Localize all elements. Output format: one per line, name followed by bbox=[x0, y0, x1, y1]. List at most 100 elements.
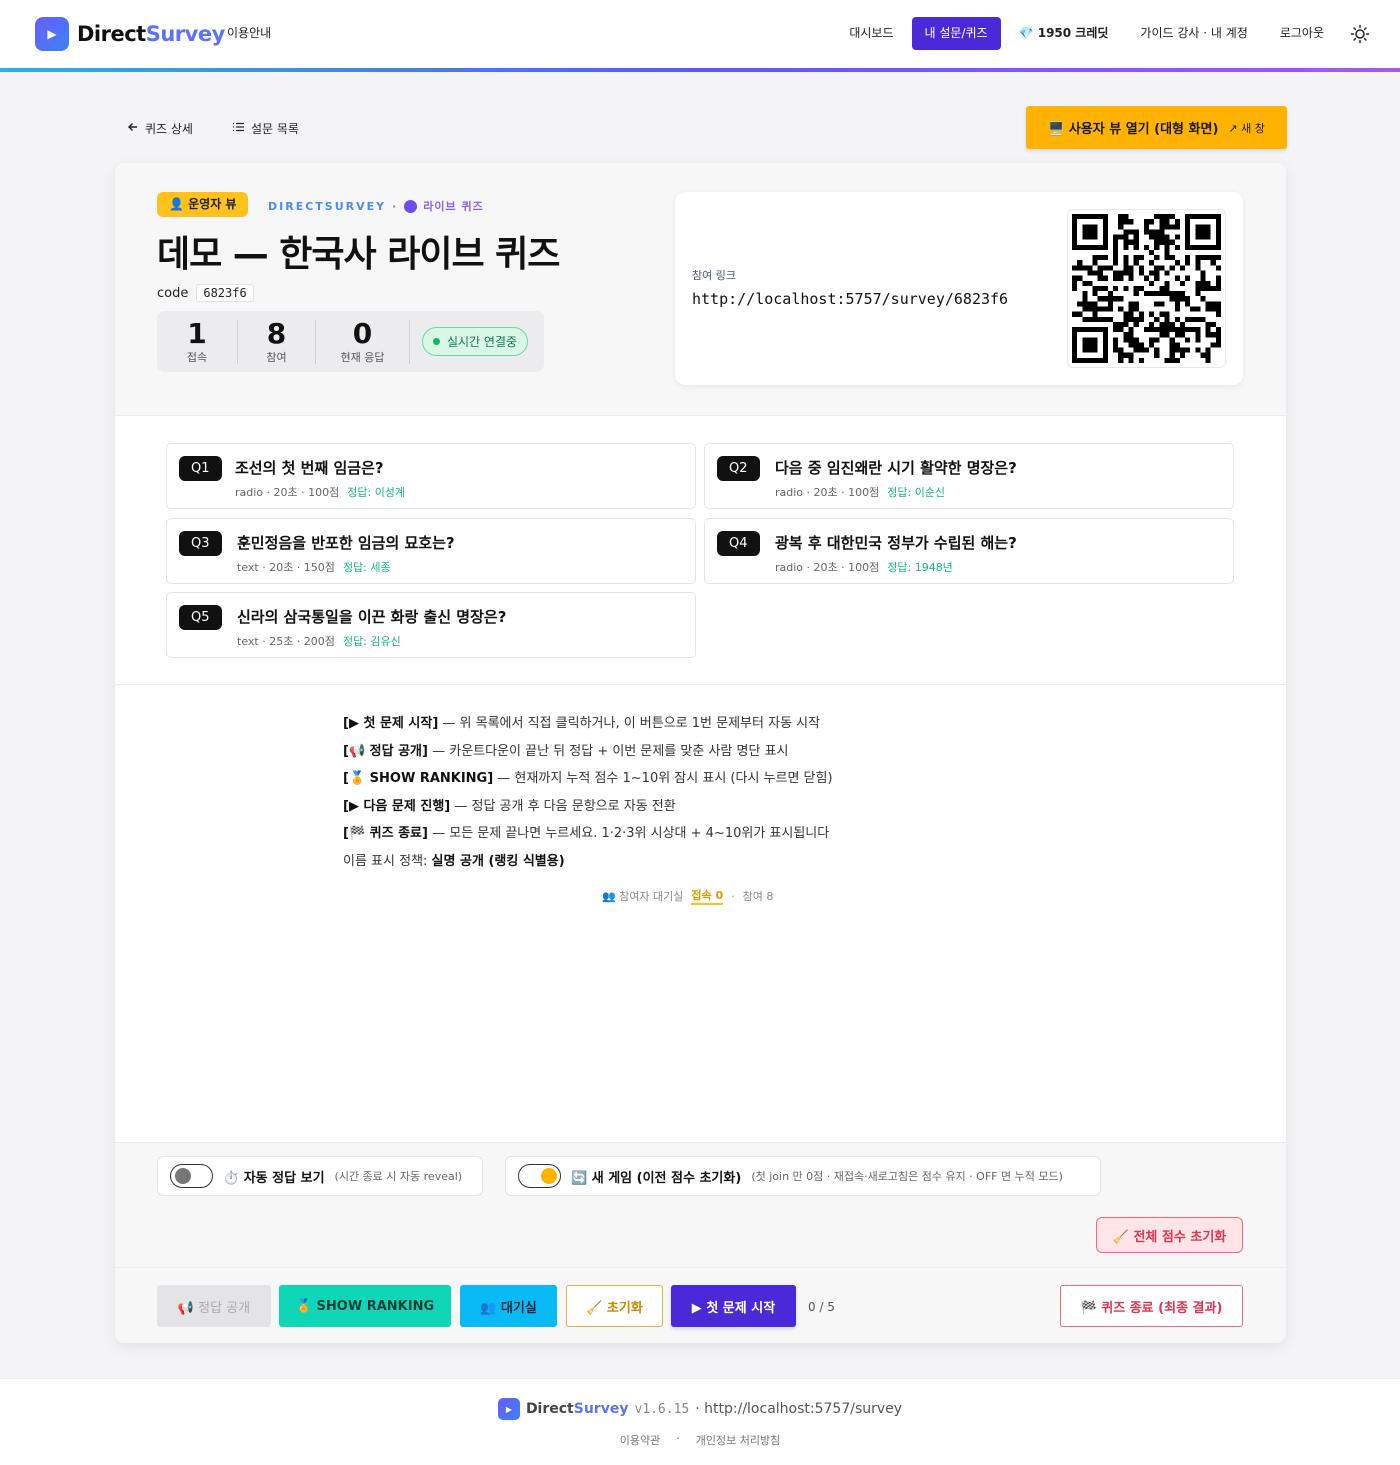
brand-logo[interactable]: ▶ DirectSurvey bbox=[35, 17, 225, 51]
hero-section: 👤 운영자 뷰 DIRECTSURVEY · 라이브 퀴즈 데모 — 한국사 라… bbox=[115, 163, 1286, 416]
nav-credits[interactable]: 💎 1950 크레딧 bbox=[1019, 17, 1109, 50]
stat-label: 참여 bbox=[266, 350, 287, 364]
theme-toggle-sun-icon[interactable] bbox=[1350, 24, 1370, 44]
question-answer: 정답: 이성계 bbox=[347, 486, 406, 499]
code-row: code 6823f6 bbox=[157, 284, 254, 302]
stat-current-answers: 0 현재 응답 bbox=[316, 318, 409, 365]
brand-tag-sep: · bbox=[392, 199, 399, 213]
instruction-line: [🏅 SHOW RANKING] — 현재까지 누적 점수 1~10위 잠시 표… bbox=[343, 765, 833, 793]
nav-guide-link[interactable]: 이용안내 bbox=[227, 24, 271, 41]
question-meta-text: text · 25초 · 200점 bbox=[237, 635, 335, 648]
show-ranking-button[interactable]: 🏅 SHOW RANKING bbox=[279, 1285, 451, 1327]
reveal-answer-button[interactable]: 📢 정답 공개 bbox=[157, 1285, 271, 1327]
instruction-desc: — 정답 공개 후 다음 문항으로 자동 전환 bbox=[450, 798, 676, 814]
question-card-q2[interactable]: Q2 다음 중 임진왜란 시기 활약한 명장은? radio · 20초 · 1… bbox=[704, 443, 1234, 509]
question-title: 광복 후 대한민국 정부가 수립된 해는? bbox=[775, 534, 1017, 552]
new-game-toggle-row: 🔄 새 게임 (이전 점수 초기화) (첫 join 만 0점 · 재접속·새로… bbox=[505, 1156, 1101, 1196]
waiting-joined: 참여 8 bbox=[742, 890, 774, 903]
stat-label: 현재 응답 bbox=[340, 350, 385, 364]
privacy-link[interactable]: 개인정보 처리방침 bbox=[696, 1432, 780, 1448]
share-panel: 참여 링크 http://localhost:5757/survey/6823f… bbox=[675, 192, 1243, 385]
play-icon: ▶ bbox=[497, 1398, 520, 1420]
name-policy: 이름 표시 정책: 실명 공개 (랭킹 식별용) bbox=[343, 848, 833, 876]
credits-label: 1950 크레딧 bbox=[1037, 26, 1109, 40]
question-title: 훈민정음을 반포한 임금의 묘호는? bbox=[237, 534, 455, 552]
question-meta-text: radio · 20초 · 100점 bbox=[775, 561, 880, 574]
instructions: [▶ 첫 문제 시작] — 위 목록에서 직접 클릭하거나, 이 버튼으로 1번… bbox=[343, 710, 833, 876]
code-value: 6823f6 bbox=[196, 284, 254, 302]
open-user-view-button[interactable]: 🖥️ 사용자 뷰 열기 (대형 화면) ↗ 새 창 bbox=[1026, 106, 1287, 149]
question-meta: radio · 20초 · 100점 정답: 이성계 bbox=[235, 484, 405, 500]
start-first-question-button[interactable]: ▶ 첫 문제 시작 bbox=[671, 1285, 796, 1327]
question-number: Q3 bbox=[179, 531, 222, 556]
new-game-switch[interactable] bbox=[518, 1164, 561, 1188]
auto-reveal-hint: (시간 종료 시 자동 reveal) bbox=[334, 1170, 463, 1183]
footer-sep: · bbox=[676, 1432, 680, 1445]
question-meta: radio · 20초 · 100점 정답: 이순신 bbox=[775, 484, 945, 500]
nav-logout[interactable]: 로그아웃 bbox=[1280, 17, 1324, 50]
survey-list-link[interactable]: 설문 목록 bbox=[232, 120, 299, 137]
user-view-label: 🖥️ 사용자 뷰 열기 (대형 화면) bbox=[1048, 122, 1219, 137]
live-dot-icon bbox=[404, 199, 418, 213]
auto-reveal-switch[interactable] bbox=[170, 1164, 213, 1188]
question-title: 다음 중 임진왜란 시기 활약한 명장은? bbox=[775, 459, 1017, 477]
code-label: code bbox=[157, 285, 189, 301]
question-title: 신라의 삼국통일을 이끈 화랑 출신 명장은? bbox=[237, 608, 507, 626]
qr-code-icon bbox=[1067, 209, 1226, 368]
header-gradient-bar bbox=[0, 68, 1400, 72]
terms-link[interactable]: 이용약관 bbox=[620, 1432, 660, 1448]
instruction-line: [▶ 첫 문제 시작] — 위 목록에서 직접 클릭하거나, 이 버튼으로 1번… bbox=[343, 710, 833, 738]
instruction-key: [📢 정답 공개] bbox=[343, 743, 428, 759]
reset-button[interactable]: 🧹 초기화 bbox=[566, 1285, 663, 1327]
auto-reveal-label: ⏱️ 자동 정답 보기 bbox=[223, 1170, 325, 1186]
footer-version: v1.6.15 bbox=[634, 1401, 690, 1417]
name-policy-value: 실명 공개 (랭킹 식별용) bbox=[431, 853, 565, 869]
brand-tag-text: DIRECTSURVEY bbox=[268, 199, 387, 213]
switch-knob bbox=[175, 1168, 191, 1184]
question-answer: 정답: 세종 bbox=[342, 561, 391, 574]
question-card-q1[interactable]: Q1 조선의 첫 번째 임금은? radio · 20초 · 100점 정답: 이… bbox=[166, 443, 696, 509]
live-status-badge: 실시간 연결중 bbox=[422, 327, 529, 356]
question-number: Q2 bbox=[717, 456, 760, 481]
footer-brand: DirectSurvey bbox=[525, 1401, 629, 1417]
section-divider bbox=[115, 684, 1286, 685]
question-meta-text: radio · 20초 · 100점 bbox=[775, 486, 880, 499]
question-meta: text · 25초 · 200점 정답: 김유신 bbox=[237, 633, 401, 649]
live-quiz-tag: 라이브 퀴즈 bbox=[423, 200, 484, 213]
question-meta-text: radio · 20초 · 100점 bbox=[235, 486, 340, 499]
auto-reveal-toggle-row: ⏱️ 자동 정답 보기 (시간 종료 시 자동 reveal) bbox=[157, 1156, 483, 1196]
share-link-url[interactable]: http://localhost:5757/survey/6823f6 bbox=[692, 290, 1008, 308]
action-bar: 📢 정답 공개 🏅 SHOW RANKING 👥 대기실 🧹 초기화 ▶ 첫 문… bbox=[115, 1267, 1286, 1343]
instruction-desc: — 현재까지 누적 점수 1~10위 잠시 표시 (다시 누르면 닫힘) bbox=[493, 771, 833, 787]
page-title: 데모 — 한국사 라이브 퀴즈 bbox=[157, 234, 560, 275]
question-card-q4[interactable]: Q4 광복 후 대한민국 정부가 수립된 해는? radio · 20초 · 1… bbox=[704, 518, 1234, 584]
new-game-label: 🔄 새 게임 (이전 점수 초기화) bbox=[571, 1170, 742, 1186]
nav-dashboard[interactable]: 대시보드 bbox=[849, 17, 893, 50]
stat-value: 8 bbox=[266, 316, 287, 350]
question-meta: radio · 20초 · 100점 정답: 1948년 bbox=[775, 559, 953, 575]
operator-view-badge: 👤 운영자 뷰 bbox=[157, 192, 249, 217]
main-nav: 대시보드 내 설문/퀴즈 💎 1950 크레딧 가이드 강사 · 내 계정 로그… bbox=[817, 17, 1370, 50]
waiting-connected: 접속 0 bbox=[691, 887, 724, 905]
brand-name: DirectSurvey bbox=[77, 22, 225, 46]
instruction-key: [🏁 퀴즈 종료] bbox=[343, 826, 428, 842]
lobby-button[interactable]: 👥 대기실 bbox=[460, 1285, 557, 1327]
question-card-q3[interactable]: Q3 훈민정음을 반포한 임금의 묘호는? text · 20초 · 150점 정… bbox=[166, 518, 696, 584]
end-quiz-button[interactable]: 🏁 퀴즈 종료 (최종 결과) bbox=[1060, 1285, 1243, 1327]
switch-knob bbox=[541, 1168, 557, 1184]
arrow-left-icon bbox=[127, 121, 139, 136]
instruction-desc: — 카운트다운이 끝난 뒤 정답 + 이번 문제를 맞춘 사람 명단 표시 bbox=[427, 743, 789, 759]
stat-value: 1 bbox=[187, 316, 207, 350]
gem-icon: 💎 bbox=[1018, 26, 1034, 40]
name-policy-label: 이름 표시 정책: bbox=[343, 853, 432, 869]
question-card-q5[interactable]: Q5 신라의 삼국통일을 이끈 화랑 출신 명장은? text · 25초 · … bbox=[166, 592, 696, 658]
instruction-line: [🏁 퀴즈 종료] — 모든 문제 끝나면 누르세요. 1·2·3위 시상대 +… bbox=[343, 820, 833, 848]
nav-my-surveys[interactable]: 내 설문/퀴즈 bbox=[911, 17, 1001, 50]
waiting-label: 👥 참여자 대기실 bbox=[602, 890, 684, 903]
share-link-label: 참여 링크 bbox=[692, 269, 736, 282]
nav-account[interactable]: 가이드 강사 · 내 계정 bbox=[1140, 17, 1247, 50]
back-to-quiz-detail[interactable]: 퀴즈 상세 bbox=[127, 120, 193, 137]
instruction-line: [▶ 다음 문제 진행] — 정답 공개 후 다음 문항으로 자동 전환 bbox=[343, 793, 833, 821]
instruction-desc: — 모든 문제 끝나면 누르세요. 1·2·3위 시상대 + 4~10위가 표시… bbox=[427, 826, 830, 842]
reset-all-scores-button[interactable]: 🧹 전체 점수 초기화 bbox=[1096, 1217, 1243, 1253]
